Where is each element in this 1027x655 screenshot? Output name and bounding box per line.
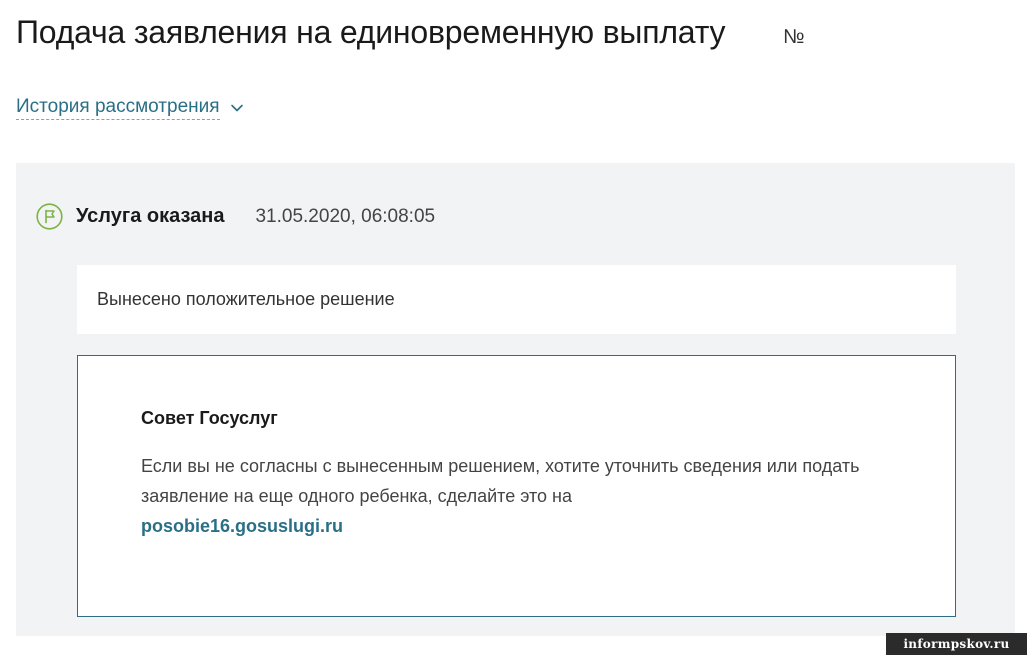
status-title: Услуга оказана [76,205,225,227]
history-toggle[interactable]: История рассмотрения [16,96,244,120]
decision-box: Вынесено положительное решение [77,265,956,334]
status-datetime: 31.05.2020, 06:08:05 [255,205,436,227]
status-row: Услуга оказана 31.05.2020, 06:08:05 [36,203,435,230]
chevron-down-icon[interactable] [230,101,244,115]
history-toggle-label[interactable]: История рассмотрения [16,96,220,120]
page-title: Подача заявления на единовременную выпла… [16,14,726,50]
advice-box: Совет Госуслуг Если вы не согласны с вын… [77,355,956,617]
status-panel: Услуга оказана 31.05.2020, 06:08:05 Выне… [16,163,1015,636]
advice-title: Совет Госуслуг [141,408,278,428]
decision-text: Вынесено положительное решение [97,289,395,309]
posobie-link[interactable]: posobie16.gosuslugi.ru [141,511,343,541]
watermark: informpskov.ru [886,633,1027,655]
application-number-label: № [783,26,805,48]
advice-text: Если вы не согласны с вынесенным решение… [141,456,860,506]
flag-icon [36,203,63,230]
